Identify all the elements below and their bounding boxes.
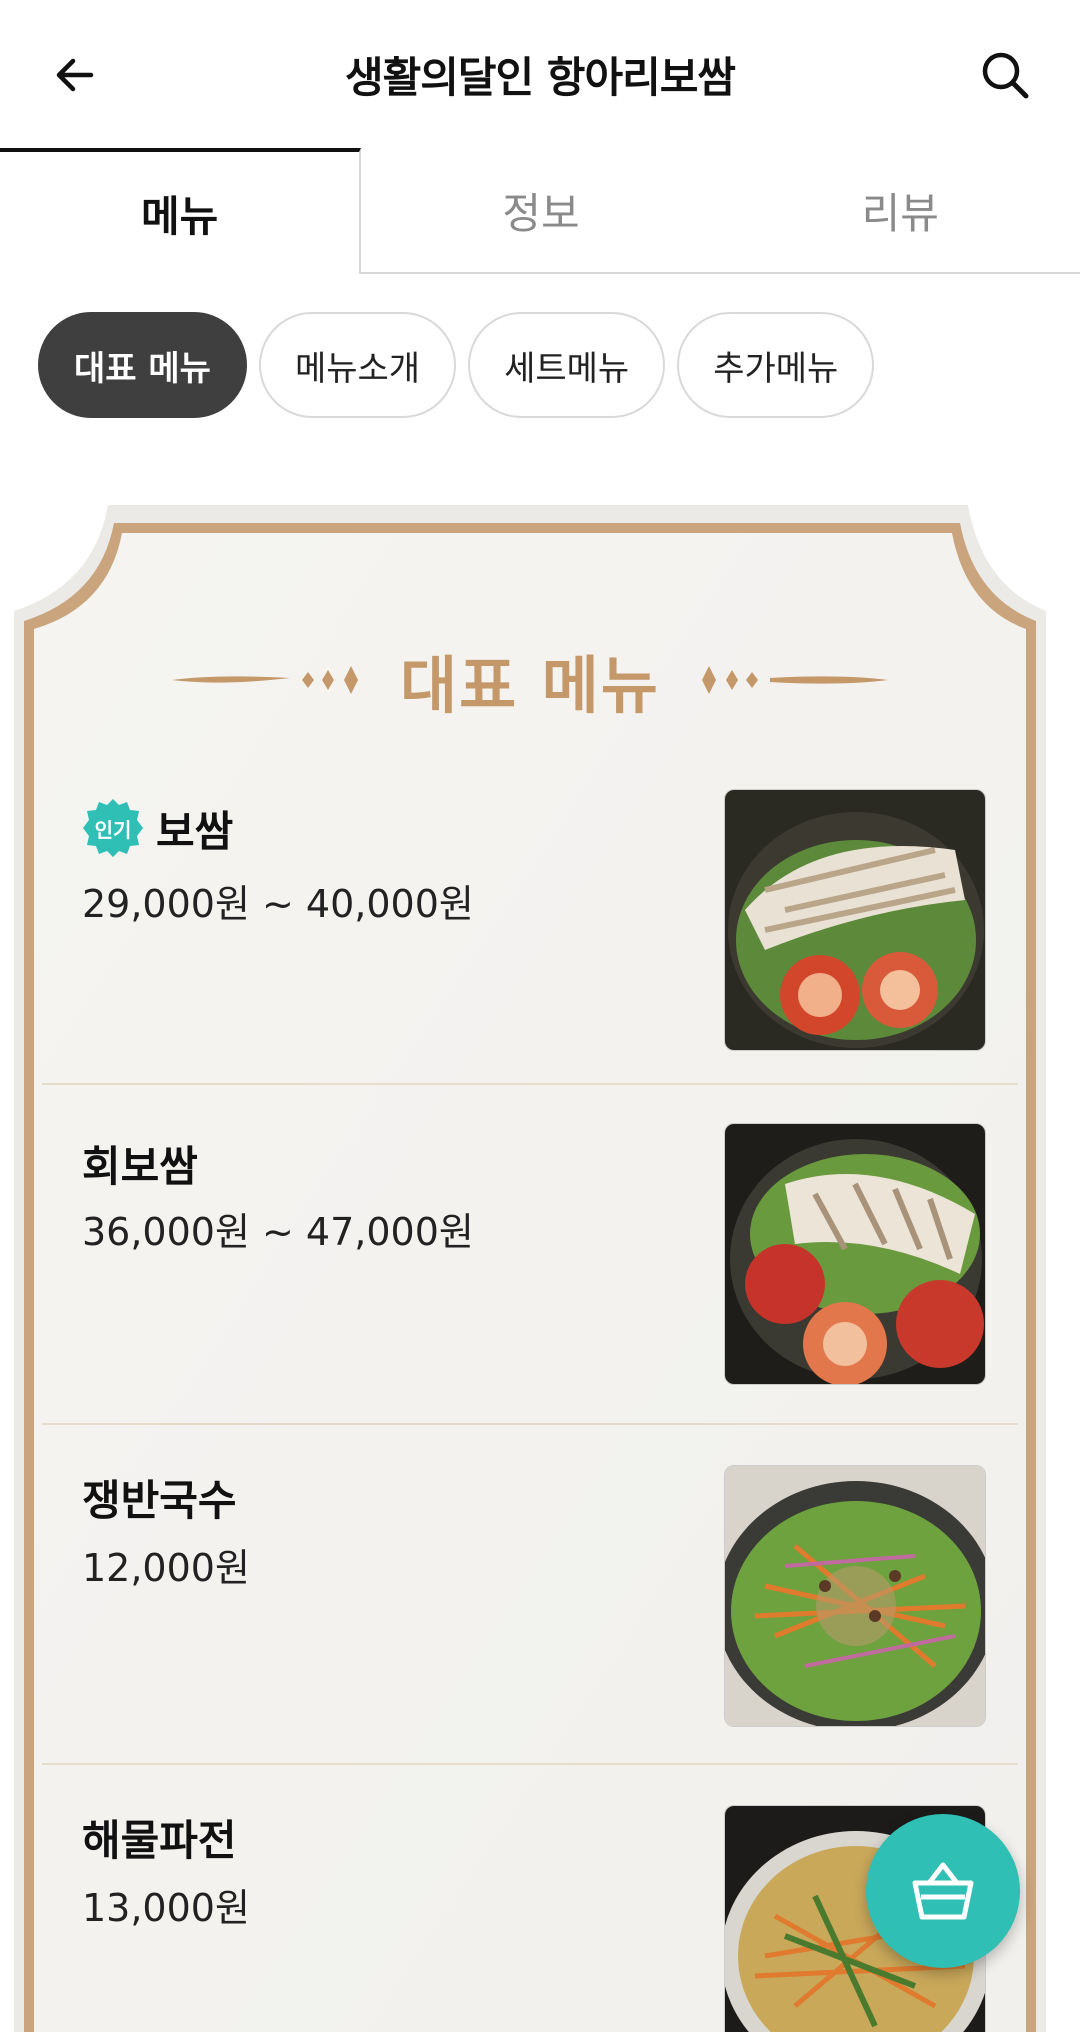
menu-item-name: 쟁반국수 xyxy=(82,1476,237,1525)
chip-extra-menu[interactable]: 추가메뉴 xyxy=(677,312,875,418)
back-button[interactable] xyxy=(40,40,110,110)
tab-review[interactable]: 리뷰 xyxy=(721,148,1080,272)
popular-badge-label: 인기 xyxy=(94,817,132,842)
search-button[interactable] xyxy=(970,40,1040,110)
menu-item[interactable]: 인기 보쌈 29,000원 ~ 40,000원 xyxy=(42,745,1018,1085)
chip-menu-intro[interactable]: 메뉴소개 xyxy=(258,312,457,418)
menu-item-name-row: 해물파전 xyxy=(82,1807,237,1868)
tab-info[interactable]: 정보 xyxy=(361,148,720,272)
page-title: 생활의달인 항아리보쌈 xyxy=(344,53,736,102)
menu-item[interactable]: 쟁반국수 12,000원 xyxy=(42,1425,1018,1765)
menu-item-name: 회보쌈 xyxy=(82,1142,198,1191)
menu-item-photo xyxy=(724,1465,986,1727)
menu-item-price: 12,000원 xyxy=(82,1546,250,1590)
ornament-left-icon xyxy=(172,666,359,694)
menu-item[interactable]: 회보쌈 36,000원 ~ 47,000원 xyxy=(42,1085,1018,1425)
arrow-left-icon xyxy=(56,58,94,92)
section-title: 대표 메뉴 xyxy=(400,649,660,722)
menu-item-price: 29,000원 ~ 40,000원 xyxy=(82,882,474,926)
chip-signature-menu[interactable]: 대표 메뉴 xyxy=(38,312,247,418)
menu-item-name-row: 쟁반국수 xyxy=(82,1467,237,1528)
menu-item-name: 보쌈 xyxy=(156,806,234,856)
tab-bar: 메뉴 정보 리뷰 xyxy=(0,148,1080,274)
card-content: 대표 메뉴 인기 보쌈 29,000원 ~ 40,000원 회보쌈 36,000… xyxy=(14,505,1046,2032)
category-chips: 대표 메뉴 메뉴소개 세트메뉴 추가메뉴 xyxy=(38,312,875,418)
menu-item-name-row: 회보쌈 xyxy=(82,1133,198,1194)
menu-item-photo xyxy=(724,789,986,1051)
menu-item-name-row: 인기 보쌈 xyxy=(82,797,233,859)
menu-item-price: 36,000원 ~ 47,000원 xyxy=(82,1210,474,1254)
app-header: 생활의달인 항아리보쌈 xyxy=(0,0,1080,150)
chip-set-menu[interactable]: 세트메뉴 xyxy=(468,312,666,418)
ornament-right-icon xyxy=(701,666,888,694)
menu-item-photo xyxy=(724,1123,986,1385)
search-icon xyxy=(982,52,1029,99)
menu-item-name: 해물파전 xyxy=(82,1816,237,1865)
cart-button[interactable] xyxy=(866,1814,1020,1968)
basket-icon xyxy=(912,1862,974,1920)
tab-menu[interactable]: 메뉴 xyxy=(0,148,362,274)
popular-badge: 인기 xyxy=(82,797,144,859)
section-heading: 대표 메뉴 xyxy=(14,635,1046,725)
signature-menu-card: 대표 메뉴 인기 보쌈 29,000원 ~ 40,000원 회보쌈 36,000… xyxy=(14,505,1046,2032)
menu-item-price: 13,000원 xyxy=(82,1886,250,1930)
